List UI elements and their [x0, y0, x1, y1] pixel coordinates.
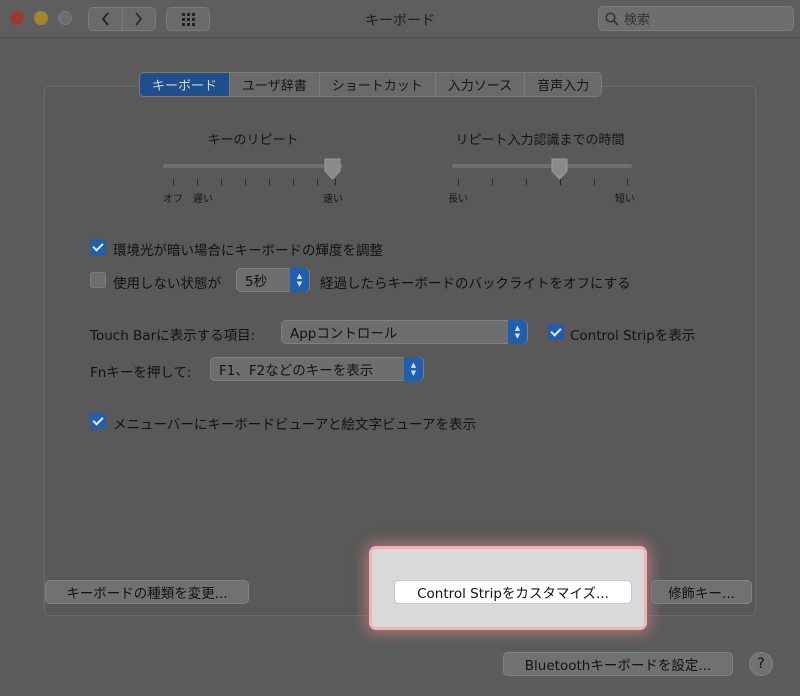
tab-bar: キーボード ユーザ辞書 ショートカット 入力ソース 音声入力 — [139, 72, 603, 97]
adjust-brightness-checkbox[interactable] — [90, 239, 106, 255]
show-viewer-checkbox[interactable] — [90, 413, 106, 429]
key-repeat-fast-label: 速い — [323, 194, 343, 205]
fn-key-value: F1、F2などのキーを表示 — [219, 363, 374, 379]
key-repeat-knob[interactable] — [324, 158, 341, 180]
repeat-delay-track[interactable] — [452, 164, 632, 168]
backlight-timeout-popup[interactable]: 5秒 ▲ ▼ — [236, 268, 310, 292]
key-repeat-off-label: オフ — [163, 194, 183, 205]
repeat-delay-knob[interactable] — [551, 158, 568, 180]
key-repeat-ticks — [163, 179, 343, 187]
key-repeat-track[interactable] — [163, 164, 343, 168]
tab-dictation[interactable]: 音声入力 — [524, 73, 601, 96]
touchbar-popup[interactable]: Appコントロール ▲ ▼ — [281, 320, 528, 344]
control-strip-label: Control Stripを表示 — [570, 328, 696, 344]
tab-keyboard[interactable]: キーボード — [140, 73, 230, 96]
search-icon — [605, 11, 619, 26]
repeat-delay-label: リピート入力認識までの時間 — [455, 133, 625, 148]
tab-shortcuts[interactable]: ショートカット — [318, 73, 435, 96]
adjust-brightness-label: 環境光が暗い場合にキーボードの輝度を調整 — [113, 243, 383, 259]
touchbar-label: Touch Barに表示する項目: — [90, 328, 256, 344]
show-viewer-label: メニューバーにキーボードビューアと絵文字ビューアを表示 — [113, 417, 477, 433]
up-down-arrows-icon: ▲ ▼ — [508, 320, 527, 344]
backlight-off-label-before: 使用しない状態が — [113, 276, 221, 292]
keyboard-panel — [44, 86, 756, 616]
backlight-off-label-after: 経過したらキーボードのバックライトをオフにする — [320, 276, 631, 292]
repeat-delay-long-label: 長い — [448, 194, 468, 205]
customize-control-strip-button[interactable]: Control Stripをカスタマイズ... — [394, 580, 632, 604]
repeat-delay-short-label: 短い — [615, 194, 635, 205]
search-field[interactable]: 検索 — [598, 6, 794, 31]
up-down-arrows-icon: ▲ ▼ — [404, 357, 423, 381]
up-down-arrows-icon: ▲ ▼ — [290, 268, 309, 292]
touchbar-value: Appコントロール — [290, 326, 398, 342]
key-repeat-label: キーのリピート — [207, 133, 299, 148]
control-strip-checkbox[interactable] — [548, 324, 564, 340]
fn-key-popup[interactable]: F1、F2などのキーを表示 ▲ ▼ — [210, 357, 424, 381]
repeat-delay-ticks — [452, 179, 632, 187]
tab-user-dictionary[interactable]: ユーザ辞書 — [229, 73, 319, 96]
modifier-keys-button[interactable]: 修飾キー... — [651, 580, 752, 604]
change-keyboard-type-button[interactable]: キーボードの種類を変更... — [45, 580, 249, 604]
backlight-off-checkbox[interactable] — [90, 272, 106, 288]
fn-key-label: Fnキーを押して: — [90, 365, 192, 381]
title-bar: キーボード 検索 — [0, 0, 800, 38]
bluetooth-keyboard-button[interactable]: Bluetoothキーボードを設定... — [503, 652, 733, 676]
help-button[interactable]: ? — [749, 652, 773, 676]
backlight-timeout-value: 5秒 — [245, 274, 268, 290]
tab-input-sources[interactable]: 入力ソース — [434, 73, 524, 96]
key-repeat-slow-label: 遅い — [193, 194, 213, 205]
search-placeholder: 検索 — [624, 13, 651, 28]
